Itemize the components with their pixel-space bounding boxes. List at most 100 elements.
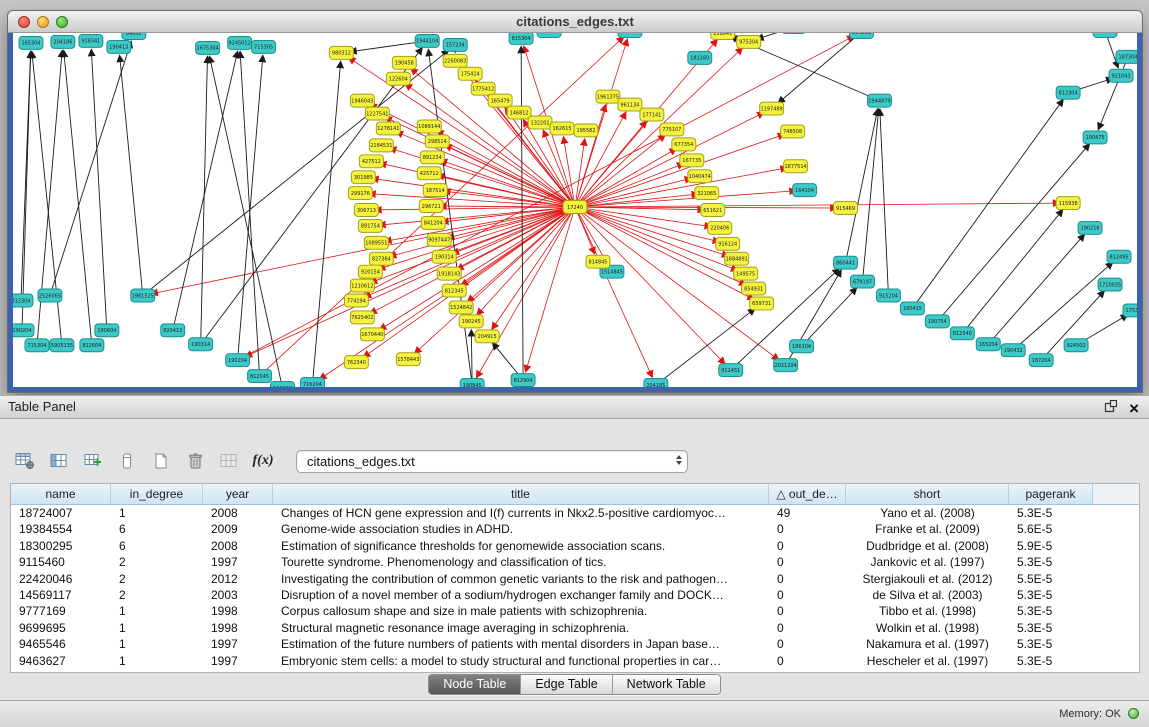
column-header[interactable]: pagerank — [1009, 484, 1093, 504]
graph-node[interactable]: 715304 — [25, 339, 49, 352]
graph-edge[interactable] — [364, 207, 575, 357]
graph-node[interactable]: 186104 — [790, 340, 814, 353]
new-table-button[interactable] — [148, 448, 174, 474]
table-row[interactable]: 1456911722003Disruption of a novel membe… — [11, 587, 1139, 603]
graph-node[interactable]: 918341 — [79, 34, 103, 47]
graph-node[interactable]: 812495 — [1107, 250, 1131, 263]
graph-node[interactable]: 920154 — [358, 265, 382, 278]
graph-node[interactable]: 17240 — [563, 201, 587, 214]
graph-node[interactable]: 204915 — [475, 330, 499, 343]
table-row[interactable]: 1938455462009Genome-wide association stu… — [11, 521, 1139, 537]
graph-edge[interactable] — [880, 110, 889, 296]
graph-node[interactable]: 716204 — [300, 378, 324, 387]
graph-node[interactable]: 1981525 — [131, 289, 155, 302]
graph-node[interactable]: 659731 — [750, 297, 774, 310]
graph-node[interactable]: 812304 — [1056, 86, 1080, 99]
graph-node[interactable]: 2184531 — [369, 139, 393, 152]
graph-node[interactable]: 827364 — [369, 252, 393, 265]
graph-node[interactable]: 195582 — [574, 124, 598, 137]
graph-node[interactable]: 177141 — [640, 108, 664, 121]
minimize-window-button[interactable] — [37, 16, 49, 28]
graph-node[interactable]: 1944104 — [415, 34, 439, 47]
graph-node[interactable]: 921043 — [1109, 69, 1133, 82]
table-row[interactable]: 969969511998Structural magnetic resonanc… — [11, 620, 1139, 636]
graph-node[interactable]: 812604 — [80, 339, 104, 352]
graph-node[interactable]: 190204 — [13, 324, 34, 337]
edit-columns-button[interactable] — [80, 448, 106, 474]
graph-node[interactable]: 860441 — [834, 256, 858, 269]
graph-node[interactable]: 814845 — [586, 255, 610, 268]
graph-edge[interactable] — [143, 51, 448, 296]
graph-node[interactable]: 84052 — [122, 33, 146, 39]
graph-edge[interactable] — [477, 207, 575, 315]
graph-edge[interactable] — [201, 57, 208, 344]
graph-node[interactable]: 190754 — [925, 315, 949, 328]
column-header[interactable]: in_degree — [111, 484, 203, 504]
graph-node[interactable]: 149575 — [734, 267, 758, 280]
graph-edge[interactable] — [238, 56, 263, 360]
graph-edge[interactable] — [210, 57, 283, 387]
graph-node[interactable]: 190216 — [1078, 221, 1102, 234]
graph-node[interactable]: 165479 — [488, 94, 512, 107]
column-header[interactable]: year — [203, 484, 273, 504]
graph-node[interactable]: 812304 — [13, 294, 33, 307]
graph-edge[interactable] — [64, 51, 92, 345]
graph-node[interactable]: 165204 — [976, 338, 1000, 351]
graph-node[interactable]: 132201 — [528, 116, 552, 129]
graph-edge[interactable] — [385, 207, 575, 241]
graph-edge[interactable] — [862, 110, 878, 282]
graph-node[interactable]: 220406 — [708, 221, 732, 234]
graph-node[interactable]: 812045 — [248, 370, 272, 383]
graph-edge[interactable] — [201, 48, 422, 344]
graph-node[interactable]: 1775412 — [471, 82, 495, 95]
graph-node[interactable]: 218041 — [711, 33, 735, 39]
table-row[interactable]: 977716911998Corpus callosum shape and si… — [11, 603, 1139, 619]
graph-node[interactable]: 190458 — [392, 56, 416, 69]
graph-node[interactable]: 651621 — [701, 204, 725, 217]
graph-node[interactable]: 204185 — [644, 379, 668, 387]
graph-edge[interactable] — [240, 52, 259, 376]
table-row[interactable]: 1830029562008Estimation of significance … — [11, 538, 1139, 554]
graph-edge[interactable] — [448, 207, 575, 238]
graph-node[interactable]: 175414 — [458, 67, 482, 80]
graph-node[interactable]: 812904 — [511, 374, 535, 387]
table-row[interactable]: 946554611997Estimation of the future num… — [11, 636, 1139, 652]
tab-edge-table[interactable]: Edge Table — [521, 675, 612, 694]
graph-node[interactable]: 425712 — [417, 167, 441, 180]
graph-node[interactable]: 190475 — [1083, 131, 1107, 144]
table-settings-button[interactable] — [12, 448, 38, 474]
graph-node[interactable]: 1524842 — [449, 301, 473, 314]
graph-node[interactable]: 190204 — [226, 354, 250, 367]
graph-node[interactable]: 298514 — [425, 135, 449, 148]
graph-node[interactable]: 961134 — [618, 98, 642, 111]
graph-node[interactable]: 1871634 — [618, 33, 642, 37]
graph-node[interactable]: 1227541 — [365, 107, 389, 120]
graph-edge[interactable] — [50, 42, 131, 296]
graph-node[interactable]: 299176 — [348, 187, 372, 200]
graph-node[interactable]: 181160 — [688, 51, 712, 64]
graph-node[interactable]: 167735 — [680, 154, 704, 167]
graph-edge[interactable] — [365, 207, 575, 297]
graph-node[interactable]: 891234 — [420, 151, 444, 164]
graph-node[interactable]: 190413 — [107, 40, 131, 53]
graph-node[interactable]: 190218 — [271, 382, 295, 387]
graph-edge[interactable] — [440, 206, 575, 207]
graph-node[interactable]: 1089144 — [417, 120, 441, 133]
graph-node[interactable]: 1961375 — [596, 90, 620, 103]
float-panel-button[interactable] — [1104, 400, 1117, 418]
graph-node[interactable]: 1197489 — [760, 102, 784, 115]
tab-node-table[interactable]: Node Table — [429, 675, 521, 694]
table-row[interactable]: 946362711997Embryonic stem cells: a mode… — [11, 653, 1139, 669]
graph-node[interactable]: 762340 — [344, 356, 368, 369]
close-panel-button[interactable]: × — [1129, 402, 1139, 416]
import-column-button[interactable] — [114, 448, 140, 474]
graph-node[interactable]: 912451 — [719, 364, 743, 377]
graph-node[interactable]: 5905135 — [50, 339, 74, 352]
graph-node[interactable]: 190245 — [459, 315, 483, 328]
graph-node[interactable]: 820413 — [161, 324, 185, 337]
graph-node[interactable]: 915204 — [876, 289, 900, 302]
graph-node[interactable]: 2021204 — [774, 359, 798, 372]
graph-node[interactable]: 1089551 — [364, 236, 388, 249]
graph-edge[interactable] — [937, 144, 1089, 321]
graph-node[interactable]: 915304 — [1093, 33, 1117, 37]
